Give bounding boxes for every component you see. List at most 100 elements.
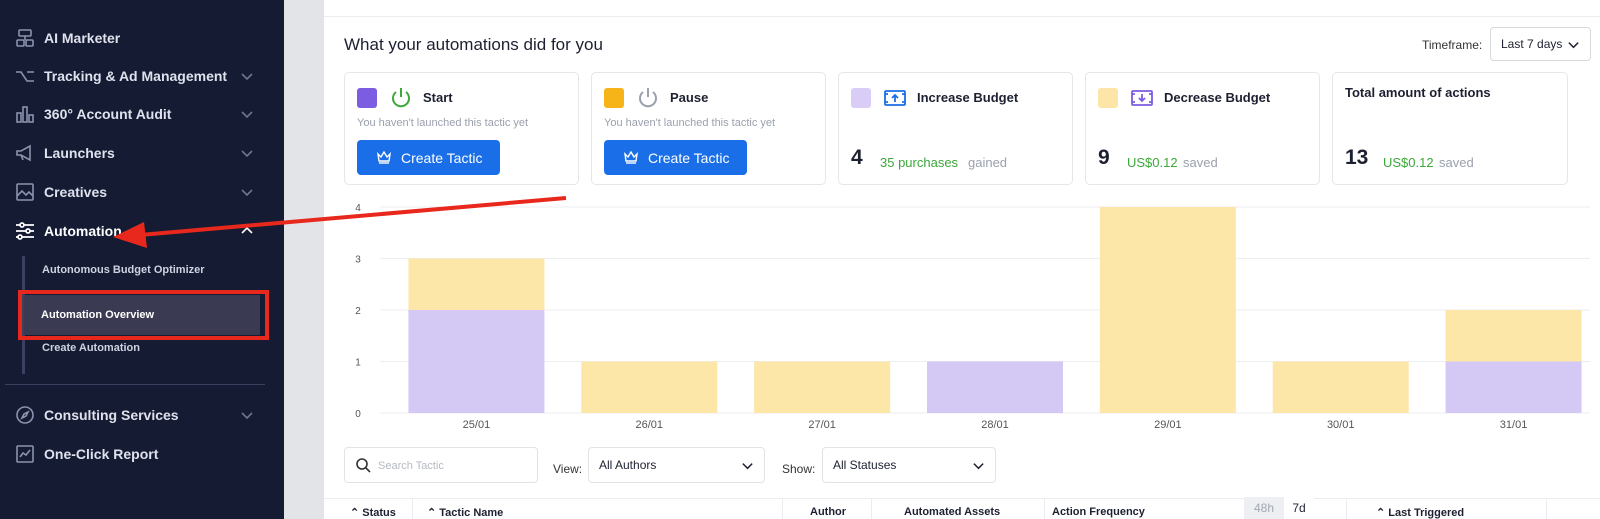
timeframe-select[interactable]: Last 7 days xyxy=(1490,27,1591,61)
x-tick-label: 28/01 xyxy=(981,419,1009,431)
column-divider xyxy=(1044,499,1045,519)
y-tick-label: 0 xyxy=(355,409,361,420)
chart-bar xyxy=(927,361,1063,413)
chart-bar xyxy=(408,310,545,413)
color-swatch xyxy=(851,88,871,108)
create-tactic-button[interactable]: Create Tactic xyxy=(604,140,747,175)
total-actions-card: Total amount of actions 13 US$0.12 saved xyxy=(1332,72,1568,185)
column-header-status[interactable]: ⌃ Status xyxy=(350,506,396,519)
column-divider xyxy=(1546,499,1547,519)
chevron-down-icon[interactable] xyxy=(240,69,254,83)
column-header-tactic-name[interactable]: ⌃ Tactic Name xyxy=(427,506,503,519)
button-label: Create Tactic xyxy=(648,149,730,166)
main-panel: What your automations did for you Timefr… xyxy=(324,0,1600,519)
search-box[interactable] xyxy=(344,447,538,483)
column-label: Tactic Name xyxy=(439,507,504,519)
frequency-toggle-7d[interactable]: 7d xyxy=(1284,497,1314,519)
x-tick-label: 25/01 xyxy=(463,419,491,431)
column-header-last-triggered[interactable]: ⌃ Last Triggered xyxy=(1376,506,1464,519)
column-divider xyxy=(782,499,783,519)
status-select[interactable]: All Statuses xyxy=(822,447,996,483)
compass-icon xyxy=(14,404,36,426)
chevron-down-icon[interactable] xyxy=(240,408,254,422)
card-hint: You haven't launched this tactic yet xyxy=(604,117,776,129)
x-tick-label: 29/01 xyxy=(1154,419,1182,431)
sidebar-item-label: Automation xyxy=(44,223,122,239)
sidebar-item-automation[interactable]: Automation xyxy=(0,213,284,249)
page-title: What your automations did for you xyxy=(344,35,603,54)
sliders-icon xyxy=(14,220,36,242)
tactic-card-increase-budget: Increase Budget 4 35 purchases gained xyxy=(838,72,1073,185)
card-metric: US$0.12 xyxy=(1127,155,1178,170)
chevron-down-icon xyxy=(973,463,984,470)
x-tick-label: 27/01 xyxy=(808,419,836,431)
search-icon xyxy=(356,458,371,473)
sidebar-item-label: Tracking & Ad Management xyxy=(44,68,228,84)
chart-bar xyxy=(1099,207,1236,413)
sidebar-item-ai-marketer[interactable]: AI Marketer xyxy=(0,20,284,56)
budget-down-icon xyxy=(1131,90,1153,106)
column-label: Last Triggered xyxy=(1388,507,1465,519)
sidebar-subitem-budget-optimizer[interactable]: Autonomous Budget Optimizer xyxy=(42,264,205,276)
tactic-card-pause: Pause You haven't launched this tactic y… xyxy=(591,72,826,185)
content-gutter xyxy=(284,0,324,519)
sidebar-item-label: One-Click Report xyxy=(44,446,159,462)
sidebar: AI Marketer Tracking & Ad Management 360… xyxy=(0,0,284,519)
column-header-action-frequency[interactable]: Action Frequency xyxy=(1052,506,1145,518)
sidebar-item-tracking[interactable]: Tracking & Ad Management xyxy=(0,58,284,94)
sidebar-item-label: AI Marketer xyxy=(44,30,121,46)
chevron-down-icon xyxy=(1568,42,1579,49)
sidebar-subitem-create-automation[interactable]: Create Automation xyxy=(42,342,140,354)
column-header-automated-assets[interactable]: Automated Assets xyxy=(904,506,1000,518)
sidebar-item-label: Consulting Services xyxy=(44,407,179,423)
x-tick-label: 31/01 xyxy=(1500,419,1528,431)
megaphone-icon xyxy=(14,142,36,164)
y-tick-label: 3 xyxy=(355,255,361,266)
column-divider xyxy=(1346,499,1347,519)
card-suffix: saved xyxy=(1183,155,1218,170)
card-value: 4 xyxy=(851,146,863,169)
crown-icon xyxy=(377,151,391,164)
x-tick-label: 30/01 xyxy=(1327,419,1355,431)
card-suffix: saved xyxy=(1439,155,1474,170)
frequency-toggle-48h[interactable]: 48h xyxy=(1244,497,1284,519)
chevron-down-icon[interactable] xyxy=(240,107,254,121)
sidebar-item-one-click-report[interactable]: One-Click Report xyxy=(0,436,284,472)
card-title: Increase Budget xyxy=(917,90,1019,105)
power-icon xyxy=(639,88,657,108)
sidebar-divider xyxy=(5,384,265,385)
sidebar-item-audit[interactable]: 360° Account Audit xyxy=(0,96,284,132)
x-tick-label: 26/01 xyxy=(636,419,664,431)
chart-bar xyxy=(1445,310,1582,362)
create-tactic-button[interactable]: Create Tactic xyxy=(357,140,500,175)
sidebar-item-label: Creatives xyxy=(44,184,108,200)
chevron-down-icon[interactable] xyxy=(240,146,254,160)
chart-bar xyxy=(581,361,718,413)
top-divider xyxy=(324,16,1600,17)
sidebar-item-label: Launchers xyxy=(44,145,115,161)
view-value: All Authors xyxy=(599,458,657,472)
sidebar-item-label: 360° Account Audit xyxy=(44,106,172,122)
sidebar-item-creatives[interactable]: Creatives xyxy=(0,174,284,210)
sidebar-item-launchers[interactable]: Launchers xyxy=(0,135,284,171)
column-header-author[interactable]: Author xyxy=(810,506,846,518)
card-metric: US$0.12 xyxy=(1383,155,1434,170)
chevron-up-icon[interactable] xyxy=(240,224,254,238)
sidebar-item-consulting[interactable]: Consulting Services xyxy=(0,397,284,433)
tactic-card-decrease-budget: Decrease Budget 9 US$0.12 saved xyxy=(1085,72,1320,185)
chevron-down-icon[interactable] xyxy=(240,185,254,199)
chart-bar xyxy=(1272,361,1409,413)
chart-bar xyxy=(408,258,545,310)
ai-marketer-icon xyxy=(14,27,36,49)
tactic-card-start: Start You haven't launched this tactic y… xyxy=(344,72,579,185)
search-input[interactable] xyxy=(378,457,528,475)
y-tick-label: 1 xyxy=(355,358,361,369)
view-select[interactable]: All Authors xyxy=(588,447,765,483)
view-label: View: xyxy=(553,462,583,476)
sidebar-subitem-automation-overview[interactable]: Automation Overview xyxy=(24,295,260,335)
color-swatch xyxy=(1098,88,1118,108)
button-label: Create Tactic xyxy=(401,149,483,166)
tracking-icon xyxy=(14,65,36,87)
y-tick-label: 4 xyxy=(355,203,361,214)
color-swatch xyxy=(357,88,377,108)
